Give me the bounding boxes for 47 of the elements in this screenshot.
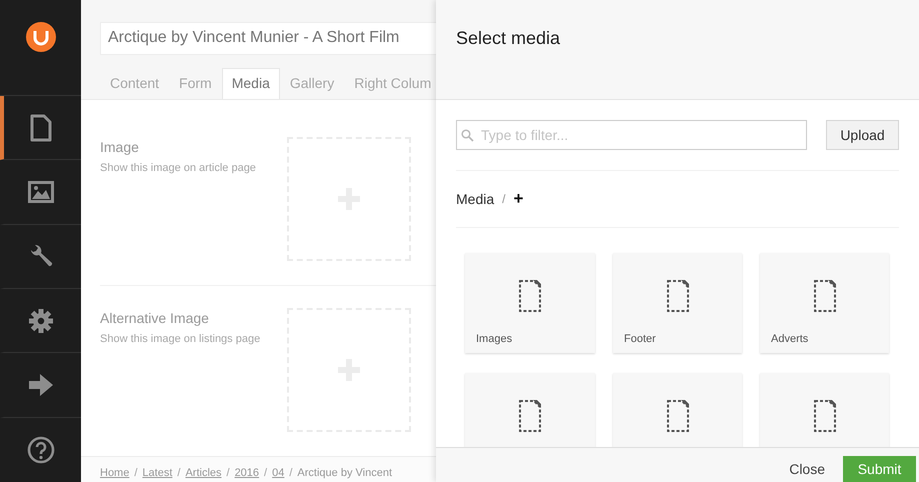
gear-icon xyxy=(28,308,54,334)
tab[interactable]: Right Colum xyxy=(344,68,436,99)
document-icon xyxy=(30,114,52,142)
breadcrumb-separator: / xyxy=(264,467,268,479)
picture-icon xyxy=(28,180,54,203)
document-icon xyxy=(518,279,542,313)
tab[interactable]: Content xyxy=(100,68,170,99)
tab[interactable]: Form xyxy=(169,68,222,99)
tab[interactable]: Gallery xyxy=(280,68,344,99)
breadcrumb-separator: / xyxy=(289,467,292,479)
folder-card[interactable]: Adverts xyxy=(760,253,889,353)
folder-name: Footer xyxy=(624,333,656,345)
field-description: Show this image on article page xyxy=(100,161,257,175)
logo-icon[interactable] xyxy=(26,22,56,52)
breadcrumb-link[interactable]: Media xyxy=(456,191,494,207)
folder-name: Images xyxy=(476,333,512,345)
arrow-icon xyxy=(28,373,54,397)
breadcrumb-link[interactable]: Latest xyxy=(142,467,172,479)
document-icon xyxy=(666,399,690,433)
folder-name: Adverts xyxy=(771,333,808,345)
breadcrumb-link[interactable]: Home xyxy=(100,467,130,479)
breadcrumb-link[interactable]: Articles xyxy=(185,467,222,479)
document-icon xyxy=(812,399,836,433)
document-icon xyxy=(518,399,542,433)
breadcrumb-link[interactable]: 2016 xyxy=(234,467,260,479)
search-field[interactable]: Type to filter... xyxy=(456,120,807,150)
field-label: Image xyxy=(100,139,140,155)
upload-button[interactable]: Upload xyxy=(826,120,899,150)
add-folder-button[interactable]: + xyxy=(513,189,524,209)
submit-button[interactable]: Submit xyxy=(843,456,916,482)
field-description: Show this image on listings page xyxy=(100,332,262,346)
breadcrumb-link[interactable]: 04 xyxy=(272,467,284,479)
breadcrumb-current: Arctique by Vincent xyxy=(297,467,392,479)
tab[interactable]: Media xyxy=(222,68,280,99)
document-icon xyxy=(812,279,836,313)
document-icon xyxy=(666,279,690,313)
folder-card[interactable]: Footer xyxy=(613,253,742,353)
folder-card[interactable]: Images xyxy=(465,253,595,353)
dialog-title: Select media xyxy=(456,28,562,49)
breadcrumb-separator: / xyxy=(177,467,180,479)
breadcrumb-separator: / xyxy=(226,467,230,479)
breadcrumb-separator: / xyxy=(502,192,506,206)
field-label: Alternative Image xyxy=(100,310,210,326)
breadcrumb-separator: / xyxy=(134,467,138,479)
close-button[interactable]: Close xyxy=(781,456,833,482)
help-icon xyxy=(26,436,54,464)
title-field[interactable]: Arctique by Vincent Munier - A Short Film xyxy=(100,22,436,55)
